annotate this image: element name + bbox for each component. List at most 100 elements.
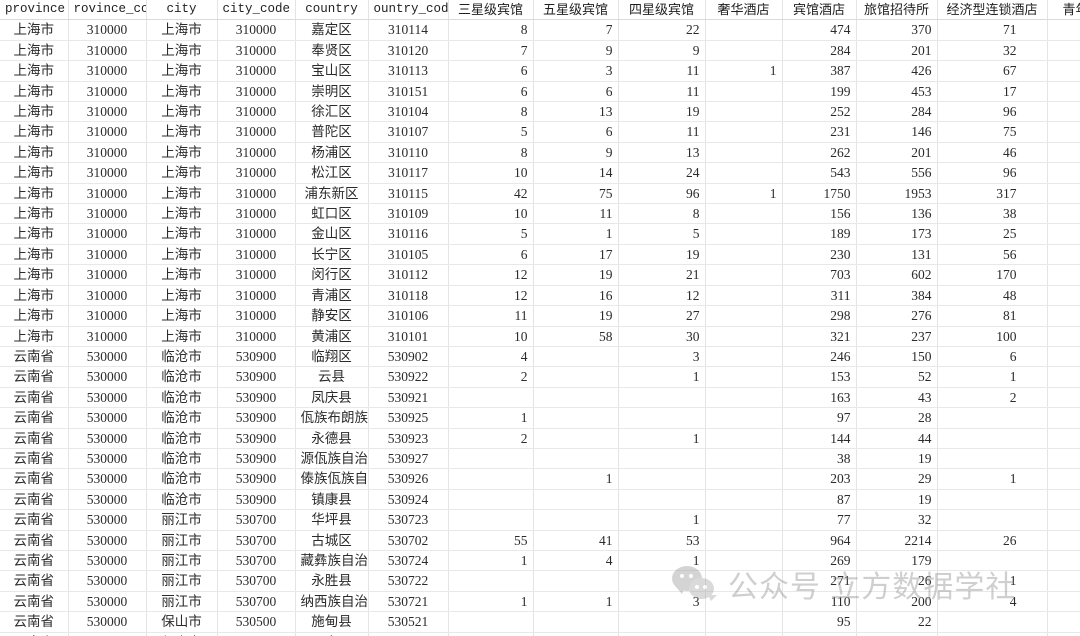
cell-budget_chain[interactable]: [937, 428, 1048, 449]
cell-four_star[interactable]: 11: [618, 60, 706, 82]
cell-country[interactable]: 虹口区: [295, 203, 369, 225]
cell-country[interactable]: 青浦区: [295, 285, 369, 307]
cell-youth_hostel[interactable]: 44: [1047, 264, 1080, 286]
cell-city[interactable]: 丽江市: [146, 509, 218, 531]
cell-province[interactable]: 上海市: [0, 142, 69, 164]
cell-budget_chain[interactable]: 48: [937, 285, 1048, 307]
cell-city[interactable]: 上海市: [146, 19, 218, 41]
cell-province_code[interactable]: 310000: [68, 60, 147, 82]
cell-country[interactable]: 施甸县: [295, 611, 369, 633]
cell-three_star[interactable]: 1: [448, 591, 534, 613]
cell-city[interactable]: 上海市: [146, 142, 218, 164]
cell-country_code[interactable]: 530927: [368, 448, 449, 470]
cell-inn[interactable]: 370: [856, 19, 938, 41]
cell-youth_hostel[interactable]: 1: [1047, 611, 1080, 633]
cell-budget_chain[interactable]: 1: [937, 570, 1048, 592]
cell-four_star[interactable]: 11: [618, 81, 706, 103]
cell-country[interactable]: 静安区: [295, 305, 369, 327]
cell-country[interactable]: 源佤族自治: [295, 448, 369, 470]
cell-country_code[interactable]: 530521: [368, 611, 449, 633]
cell-five_star[interactable]: [533, 489, 619, 511]
cell-province_code[interactable]: 530000: [68, 509, 147, 531]
cell-five_star[interactable]: 7: [533, 19, 619, 41]
cell-three_star[interactable]: 12: [448, 285, 534, 307]
table-row[interactable]: 云南省 530000 临沧市 530900 佤族布朗族 530925 1 97 28: [0, 407, 1080, 429]
cell-province_code[interactable]: 530000: [68, 489, 147, 511]
cell-inn[interactable]: 1953: [856, 183, 938, 205]
cell-three_star[interactable]: 10: [448, 162, 534, 184]
cell-province_code[interactable]: 310000: [68, 81, 147, 103]
cell-country[interactable]: 藏彝族自治: [295, 550, 369, 572]
cell-province[interactable]: 上海市: [0, 305, 69, 327]
cell-city_code[interactable]: 530900: [217, 428, 296, 449]
cell-city[interactable]: 临沧市: [146, 387, 218, 409]
cell-inn[interactable]: 426: [856, 60, 938, 82]
cell-luxury[interactable]: [705, 142, 783, 164]
cell-youth_hostel[interactable]: 1: [1047, 468, 1080, 490]
cell-province_code[interactable]: 530000: [68, 611, 147, 633]
cell-province_code[interactable]: 530000: [68, 387, 147, 409]
cell-country_code[interactable]: 530902: [368, 346, 449, 368]
cell-luxury[interactable]: [705, 366, 783, 388]
cell-inn[interactable]: 19: [856, 448, 938, 470]
cell-guesthouse[interactable]: 321: [782, 326, 857, 347]
cell-province[interactable]: 云南省: [0, 428, 69, 449]
cell-inn[interactable]: 136: [856, 203, 938, 225]
cell-three_star[interactable]: 1: [448, 550, 534, 572]
cell-inn[interactable]: 173: [856, 223, 938, 245]
cell-three_star[interactable]: 55: [448, 530, 534, 551]
cell-province_code[interactable]: 530000: [68, 632, 147, 636]
cell-city[interactable]: 上海市: [146, 285, 218, 307]
cell-four_star[interactable]: 96: [618, 183, 706, 205]
cell-budget_chain[interactable]: 26: [937, 530, 1048, 551]
cell-city[interactable]: 上海市: [146, 203, 218, 225]
cell-city[interactable]: 上海市: [146, 244, 218, 266]
column-header-city_code[interactable]: city_code: [217, 0, 296, 21]
cell-province[interactable]: 上海市: [0, 223, 69, 245]
cell-province_code[interactable]: 310000: [68, 19, 147, 41]
cell-youth_hostel[interactable]: [1047, 509, 1080, 531]
cell-luxury[interactable]: [705, 223, 783, 245]
cell-country[interactable]: 奉贤区: [295, 40, 369, 62]
cell-budget_chain[interactable]: 71: [937, 19, 1048, 41]
cell-three_star[interactable]: [448, 632, 534, 636]
cell-youth_hostel[interactable]: 16: [1047, 285, 1080, 307]
cell-country[interactable]: 松江区: [295, 162, 369, 184]
cell-five_star[interactable]: 9: [533, 40, 619, 62]
cell-city[interactable]: 临沧市: [146, 407, 218, 429]
cell-budget_chain[interactable]: 25: [937, 223, 1048, 245]
cell-province_code[interactable]: 310000: [68, 264, 147, 286]
cell-city[interactable]: 丽江市: [146, 550, 218, 572]
cell-four_star[interactable]: [618, 570, 706, 592]
cell-three_star[interactable]: 2: [448, 366, 534, 388]
cell-province[interactable]: 上海市: [0, 264, 69, 286]
column-header-guesthouse[interactable]: 宾馆酒店: [782, 0, 857, 21]
cell-province_code[interactable]: 530000: [68, 591, 147, 613]
cell-guesthouse[interactable]: 95: [782, 611, 857, 633]
cell-budget_chain[interactable]: [937, 448, 1048, 470]
cell-province[interactable]: 上海市: [0, 60, 69, 82]
cell-inn[interactable]: 22: [856, 611, 938, 633]
cell-city_code[interactable]: 310000: [217, 183, 296, 205]
cell-province_code[interactable]: 310000: [68, 183, 147, 205]
cell-guesthouse[interactable]: 199: [782, 81, 857, 103]
table-row[interactable]: 云南省530000临沧市530900傣族佤族自53092612032911: [0, 468, 1080, 490]
cell-city[interactable]: 上海市: [146, 183, 218, 205]
cell-five_star[interactable]: 6: [533, 121, 619, 143]
cell-four_star[interactable]: 8: [618, 203, 706, 225]
cell-city[interactable]: 上海市: [146, 305, 218, 327]
cell-luxury[interactable]: [705, 81, 783, 103]
cell-province[interactable]: 上海市: [0, 203, 69, 225]
table-row[interactable]: 上海市 310000 上海市 310000 徐汇区 310104 8 13 19 252 284 96…: [0, 101, 1080, 123]
cell-inn[interactable]: 26: [856, 632, 938, 636]
table-row[interactable]: 云南省530000保山市530500昌宁县530524 164261: [0, 632, 1080, 636]
cell-country[interactable]: 云县: [295, 366, 369, 388]
cell-country[interactable]: 凤庆县: [295, 387, 369, 409]
cell-country[interactable]: 崇明区: [295, 81, 369, 103]
cell-country_code[interactable]: 310107: [368, 121, 449, 143]
cell-city_code[interactable]: 310000: [217, 19, 296, 41]
column-header-country_code[interactable]: ountry_cod: [368, 0, 449, 21]
cell-province_code[interactable]: 530000: [68, 448, 147, 470]
cell-five_star[interactable]: [533, 448, 619, 470]
cell-luxury[interactable]: 1: [705, 183, 783, 205]
